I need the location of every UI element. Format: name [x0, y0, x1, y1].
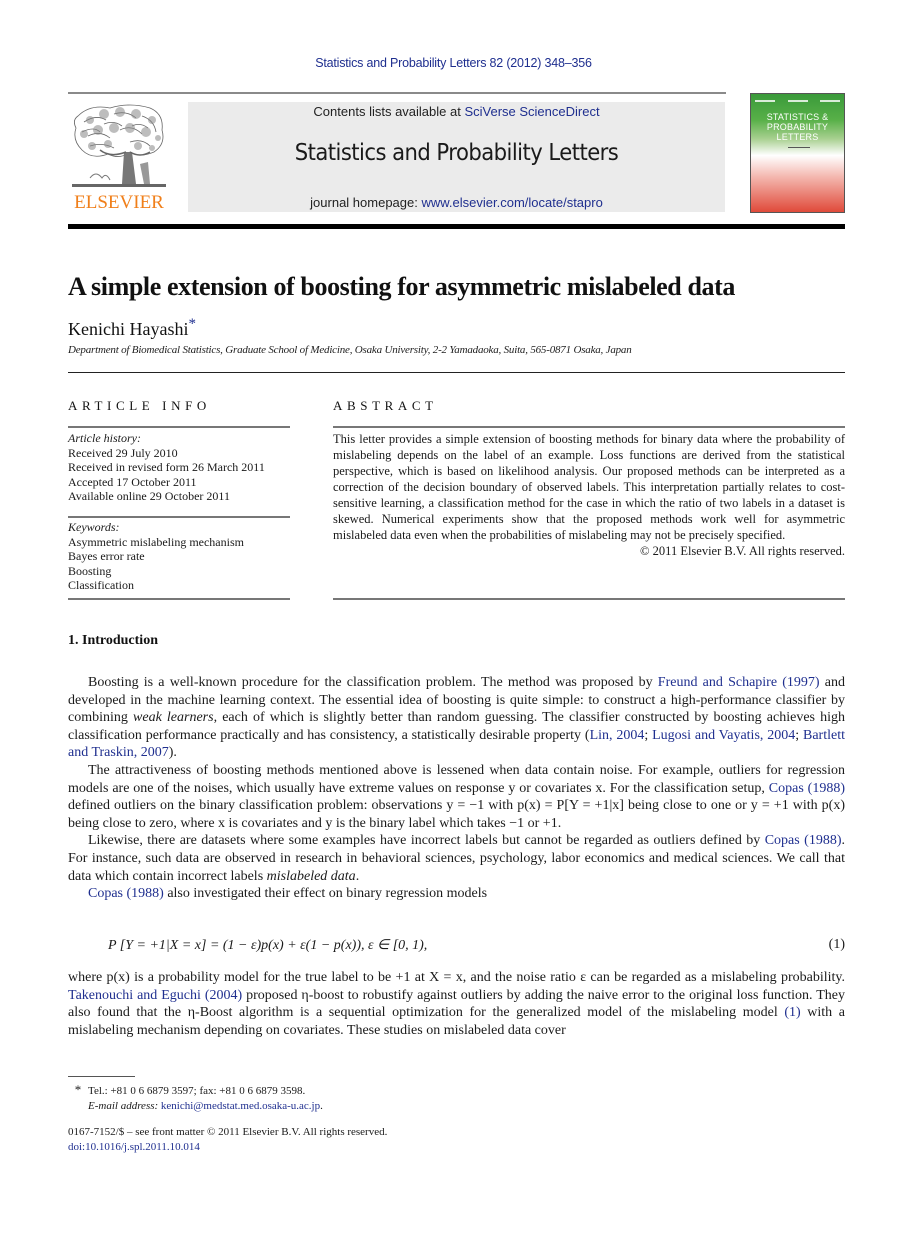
article-info-rule	[68, 516, 290, 518]
text-run: ).	[168, 745, 177, 761]
author-name: Kenichi Hayashi	[68, 319, 189, 339]
abstract-copyright: © 2011 Elsevier B.V. All rights reserved…	[640, 544, 845, 558]
elsevier-logo[interactable]: ELSEVIER	[68, 102, 170, 214]
history-item: Available online 29 October 2011	[68, 489, 230, 503]
journal-title: Statistics and Probability Letters	[294, 140, 619, 166]
keyword-item: Classification	[68, 578, 134, 592]
text-run: Boosting is a well-known procedure for t…	[88, 675, 658, 690]
text-run: ;	[795, 727, 803, 743]
paragraph: Likewise, there are datasets where some …	[68, 832, 845, 885]
article-info-rule	[68, 598, 290, 600]
issn-line: 0167-7152/$ – see front matter © 2011 El…	[68, 1126, 388, 1138]
masthead-box: Contents lists available at SciVerse Sci…	[188, 102, 725, 212]
keywords-label: Keywords:	[68, 520, 120, 534]
equation-body: P [Y = +1|X = x] = (1 − ε)p(x) + ε(1 − p…	[108, 938, 428, 953]
paragraph: Boosting is a well-known procedure for t…	[68, 674, 845, 762]
keyword-item: Bayes error rate	[68, 549, 145, 563]
text-run: The attractiveness of boosting methods m…	[68, 762, 845, 796]
equation-number: (1)	[828, 937, 845, 952]
text-run: .	[355, 868, 360, 884]
citation-link[interactable]: Copas (1988)	[765, 833, 842, 848]
author-affiliation: Department of Biomedical Statistics, Gra…	[68, 344, 632, 356]
emphasis: mislabeled data	[266, 868, 356, 884]
running-head[interactable]: Statistics and Probability Letters 82 (2…	[0, 56, 907, 70]
history-item: Received 29 July 2010	[68, 445, 178, 460]
abstract-rule	[333, 598, 845, 600]
article-history: Article history: Received 29 July 2010 R…	[68, 431, 265, 504]
paragraph: Copas (1988) also investigated their eff…	[68, 885, 845, 903]
title-block-rule	[68, 372, 845, 373]
cover-title: STATISTICS & PROBABILITY LETTERS	[751, 112, 844, 142]
keyword-item: Boosting	[68, 563, 112, 578]
homepage-prefix: journal homepage:	[310, 195, 422, 210]
citation-link[interactable]: Lin, 2004	[590, 728, 645, 743]
history-item: Accepted 17 October 2011	[68, 474, 197, 489]
footnote-contact: Tel.: +81 0 6 6879 3597; fax: +81 0 6 68…	[88, 1085, 306, 1097]
intro-body: Boosting is a well-known procedure for t…	[68, 674, 845, 903]
elsevier-wordmark: ELSEVIER	[74, 192, 164, 213]
abstract-heading: ABSTRACT	[333, 398, 438, 413]
email-label: E-mail address:	[88, 1100, 161, 1112]
equation-1: P [Y = +1|X = x] = (1 − ε)p(x) + ε(1 − p…	[68, 937, 845, 957]
emphasis: weak learners	[133, 710, 214, 726]
cover-title-line: STATISTICS &	[766, 112, 829, 122]
text-run: defined outliers on the binary classific…	[68, 798, 845, 831]
author-email-link[interactable]: kenichi@medstat.med.osaka-u.ac.jp	[161, 1100, 320, 1112]
journal-cover-thumbnail[interactable]: STATISTICS & PROBABILITY LETTERS	[750, 93, 845, 213]
history-item: Received in revised form 26 March 2011	[68, 460, 265, 474]
text-run: Likewise, there are datasets where some …	[88, 833, 765, 849]
author-line: Kenichi Hayashi*	[68, 316, 196, 340]
contents-line: Contents lists available at SciVerse Sci…	[188, 104, 725, 119]
article-history-label: Article history:	[68, 431, 141, 445]
keyword-item: Asymmetric mislabeling mechanism	[68, 534, 244, 549]
citation-link[interactable]: Copas (1988)	[88, 886, 164, 901]
paragraph: The attractiveness of boosting methods m…	[68, 762, 845, 832]
intro-body-continued: where p(x) is a probability model for th…	[68, 969, 845, 1039]
abstract-text: This letter provides a simple extension …	[333, 432, 845, 542]
author-footnote-marker[interactable]: *	[188, 316, 196, 332]
article-info-heading: ARTICLE INFO	[68, 398, 211, 413]
section-heading-introduction: 1. Introduction	[68, 633, 158, 648]
elsevier-tree-icon	[70, 102, 168, 192]
article-info-rule	[68, 426, 290, 428]
cover-divider	[788, 147, 810, 148]
sciencedirect-link[interactable]: SciVerse ScienceDirect	[464, 104, 599, 119]
cover-header-strip	[755, 98, 840, 104]
article-title: A simple extension of boosting for asymm…	[68, 272, 735, 301]
citation-link[interactable]: Copas (1988)	[769, 781, 845, 796]
equation-reference-link[interactable]: (1)	[784, 1005, 800, 1020]
abstract-rule	[333, 426, 845, 428]
masthead-bottom-rule	[68, 224, 845, 229]
doi-link[interactable]: doi:10.1016/j.spl.2011.10.014	[68, 1141, 200, 1153]
author-footnote: * Tel.: +81 0 6 6879 3597; fax: +81 0 6 6…	[68, 1082, 323, 1114]
contents-prefix: Contents lists available at	[313, 104, 465, 119]
journal-homepage-link[interactable]: www.elsevier.com/locate/stapro	[421, 195, 602, 210]
text-run: also investigated their effect on binary…	[163, 886, 488, 902]
text-run: where p(x) is a probability model for th…	[68, 970, 845, 985]
text-run: .	[320, 1100, 323, 1112]
text-run: ;	[644, 727, 653, 743]
footnote-marker: *	[74, 1082, 82, 1097]
journal-homepage-line: journal homepage: www.elsevier.com/locat…	[188, 195, 725, 210]
cover-title-line: LETTERS	[776, 132, 819, 142]
cover-title-line: PROBABILITY	[766, 122, 829, 132]
front-matter: 0167-7152/$ – see front matter © 2011 El…	[68, 1125, 387, 1155]
keywords: Keywords: Asymmetric mislabeling mechani…	[68, 520, 244, 593]
footnote-rule	[68, 1076, 135, 1077]
citation-link[interactable]: Freund and Schapire (1997)	[658, 675, 820, 690]
citation-link[interactable]: Lugosi and Vayatis, 2004	[652, 728, 795, 743]
masthead-top-rule	[68, 92, 726, 94]
abstract-body: This letter provides a simple extension …	[333, 431, 845, 559]
paragraph: where p(x) is a probability model for th…	[68, 970, 845, 1038]
citation-link[interactable]: Takenouchi and Eguchi (2004)	[68, 988, 242, 1003]
